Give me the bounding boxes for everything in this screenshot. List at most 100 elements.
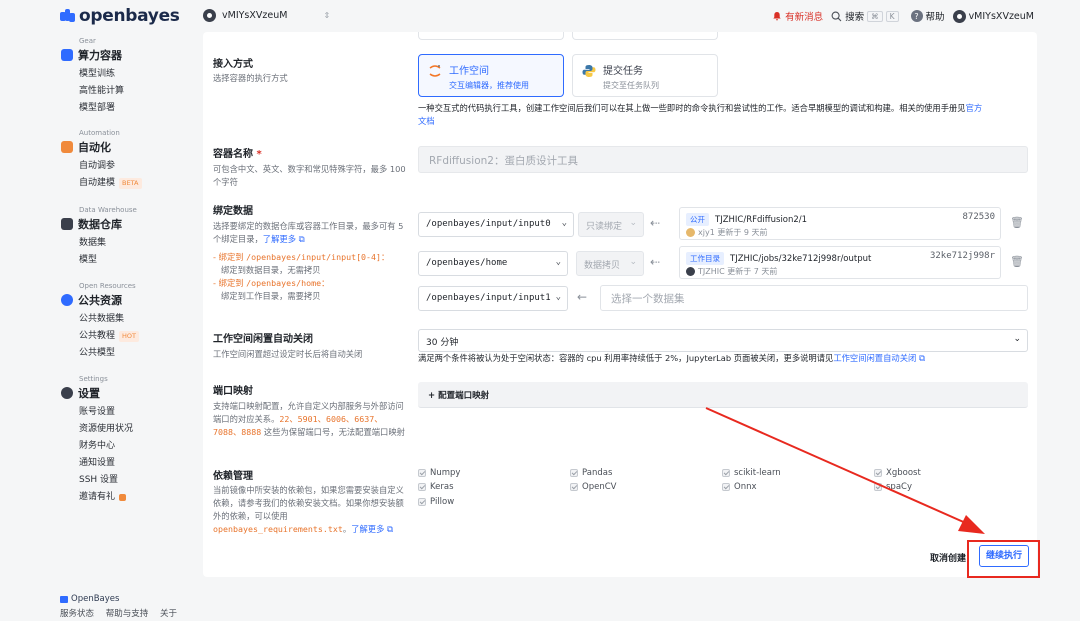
bound-dataset-card[interactable]: 公开 TJZHIC/RFdiffusion2/1 xjy1 更新于 9 天前 87… <box>679 207 1001 240</box>
sidebar-heading-settings[interactable]: 设置 <box>61 385 133 401</box>
rule-prefix: 绑定到 <box>218 252 247 262</box>
brand-logo[interactable]: openbayes <box>60 6 180 26</box>
mode-subtitle: 交互编辑器，推荐使用 <box>449 81 529 90</box>
dep-name: Pillow <box>430 497 455 507</box>
mode-workspace-card[interactable]: 工作空间 交互编辑器，推荐使用 <box>418 54 564 97</box>
sidebar-item-public-datasets[interactable]: 公共数据集 <box>79 311 139 328</box>
checkbox-icon <box>418 483 426 491</box>
dependencies-desc: 当前镜像中所安装的依赖包，如果您需要安装自定义依赖，请参考我们的依赖安装文档。如… <box>213 485 404 534</box>
dep-name: Onnx <box>734 482 757 492</box>
create-container-form: 接入方式 选择容器的执行方式 工作空间 交互编辑器，推荐使用 提交任务 提交至任… <box>203 32 1037 577</box>
sidebar-heading-open[interactable]: 公共资源 <box>61 292 139 308</box>
sidebar-item-invite[interactable]: 邀请有礼 <box>79 489 133 506</box>
bind-mode-select[interactable]: 数据拷贝 ⌄ <box>576 251 644 276</box>
annotation-highlight-box <box>967 540 1040 578</box>
sidebar-item-ssh[interactable]: SSH 设置 <box>79 472 133 489</box>
sidebar-item-datasets[interactable]: 数据集 <box>79 235 137 252</box>
idle-doc-link[interactable]: 工作空间闲置自动关闭 <box>833 353 916 363</box>
cancel-button[interactable]: 取消创建 <box>930 551 966 564</box>
sidebar-item-finance[interactable]: 财务中心 <box>79 438 133 455</box>
access-method-desc: 选择容器的执行方式 <box>213 73 288 83</box>
sidebar-heading-warehouse[interactable]: 数据仓库 <box>61 216 137 232</box>
bind-path-select[interactable]: /openbayes/input/input0 ⌄ <box>418 212 574 237</box>
sidebar-item-autotune[interactable]: 自动调参 <box>79 158 142 175</box>
access-method-label: 接入方式 <box>213 59 253 70</box>
bind-data-desc: 选择要绑定的数据仓库或容器工作目录，最多可有 5 个绑定目录，了解更多 ⧉ <box>213 220 409 246</box>
ports-desc-text: 这些为保留端口号，无法配置端口映射 <box>261 427 405 437</box>
section-title: 数据仓库 <box>78 218 122 231</box>
public-badge: 公开 <box>686 213 709 226</box>
learn-more-link[interactable]: 了解更多 <box>263 234 296 244</box>
sidebar-item-notifications[interactable]: 通知设置 <box>79 455 133 472</box>
section-en-label: Automation <box>79 129 120 137</box>
footer-link-status[interactable]: 服务状态 <box>60 609 94 619</box>
trash-icon[interactable]: 🗑 <box>1010 216 1024 229</box>
external-link-icon: ⧉ <box>298 234 305 244</box>
footer-link-help[interactable]: 帮助与支持 <box>106 609 149 619</box>
shortcut-key-k: K <box>885 10 899 22</box>
checkbox-icon <box>722 469 730 477</box>
manual-link-part1[interactable]: 官方 <box>966 103 983 113</box>
sidebar-item-models[interactable]: 模型 <box>79 252 137 269</box>
beta-badge: BETA <box>119 178 142 189</box>
sidebar-item-public-tutorials[interactable]: 公共教程 HOT <box>79 328 139 345</box>
python-icon <box>582 65 596 77</box>
workdir-badge: 工作目录 <box>686 252 724 265</box>
bound-workdir-card[interactable]: 工作目录 TJZHIC/jobs/32ke712j998r/output TJZH… <box>679 246 1001 279</box>
mode-title: 工作空间 <box>449 66 489 77</box>
section-en-label: Settings <box>79 375 108 383</box>
sidebar-item-account[interactable]: 账号设置 <box>79 404 133 421</box>
sidebar-item-usage[interactable]: 资源使用状况 <box>79 421 133 438</box>
checkbox-icon <box>874 483 882 491</box>
dependencies-label: 依赖管理 <box>213 471 253 482</box>
sidebar-item-public-models[interactable]: 公共模型 <box>79 345 139 362</box>
footer-brand: OpenBayes <box>60 594 186 604</box>
sidebar-section-warehouse: Data Warehouse 数据仓库 数据集 模型 <box>61 206 137 269</box>
user-menu[interactable]: vMIYsXVzeuM <box>952 9 1034 23</box>
label-text: 容器名称 <box>213 149 253 160</box>
manual-link-part2[interactable]: 文档 <box>418 116 435 126</box>
container-name-input[interactable]: RFdiffusion2：蛋白质设计工具 <box>418 146 1028 173</box>
help-link[interactable]: ? 帮助 <box>910 9 945 23</box>
section-title: 公共资源 <box>78 294 122 307</box>
idle-shutdown-label: 工作空间闲置自动关闭 <box>213 334 313 345</box>
news-link[interactable]: 有新消息 <box>772 9 823 23</box>
dataset-meta: TJZHIC 更新于 7 天前 <box>698 267 778 276</box>
search-button[interactable]: 搜索 ⌘ K <box>831 9 899 23</box>
sidebar-item-automl[interactable]: 自动建模 BETA <box>79 175 142 192</box>
dep-name: Pandas <box>582 468 613 478</box>
chevron-down-icon: ⌄ <box>629 218 637 228</box>
database-icon <box>61 218 73 230</box>
chevron-down-icon: ⌄ <box>555 257 561 267</box>
idle-timeout-select[interactable]: 30 分钟 ⌄ <box>418 329 1028 352</box>
bind-mode-select[interactable]: 只读绑定 ⌄ <box>578 212 644 237</box>
mode-job-card[interactable]: 提交任务 提交至任务队列 <box>572 54 718 97</box>
dependency-item: scikit-learn <box>722 468 781 478</box>
learn-more-link[interactable]: 了解更多 <box>351 524 384 534</box>
trash-icon[interactable]: 🗑 <box>1010 255 1024 268</box>
public-resources-icon <box>61 294 73 306</box>
user-name: vMIYsXVzeuM <box>968 10 1034 22</box>
workspace-switcher[interactable]: vMIYsXVzeuM ⇕ <box>203 9 330 22</box>
dependency-item: Xgboost <box>874 468 921 478</box>
avatar <box>686 267 695 276</box>
sidebar-item-training[interactable]: 模型训练 <box>79 66 124 83</box>
section-en-label: Data Warehouse <box>79 206 137 214</box>
footer-link-about[interactable]: 关于 <box>160 609 177 619</box>
dataset-search-input[interactable]: 选择一个数据集 <box>600 285 1028 311</box>
sidebar-heading-gear[interactable]: 算力容器 <box>61 47 124 63</box>
dataset-name: TJZHIC/RFdiffusion2/1 <box>715 215 808 225</box>
bell-icon <box>773 12 781 21</box>
select-value: 只读绑定 <box>586 222 623 232</box>
sidebar-item-hpc[interactable]: 高性能计算 <box>79 83 124 100</box>
select-value: 数据拷贝 <box>584 261 621 271</box>
chevron-down-icon: ⌄ <box>1013 334 1021 344</box>
bind-path-select[interactable]: /openbayes/home ⌄ <box>418 251 568 276</box>
rule-path: /openbayes/input/input[0-4] <box>246 252 382 262</box>
add-port-mapping-button[interactable]: + 配置端口映射 <box>418 382 1028 408</box>
sidebar-item-deploy[interactable]: 模型部署 <box>79 100 124 117</box>
sidebar-section-open: Open Resources 公共资源 公共数据集 公共教程 HOT 公共模型 <box>61 282 139 362</box>
bind-path-select[interactable]: /openbayes/input/input1 ⌄ <box>418 286 568 311</box>
sidebar-heading-automation[interactable]: 自动化 <box>61 139 142 155</box>
avatar <box>686 228 695 237</box>
